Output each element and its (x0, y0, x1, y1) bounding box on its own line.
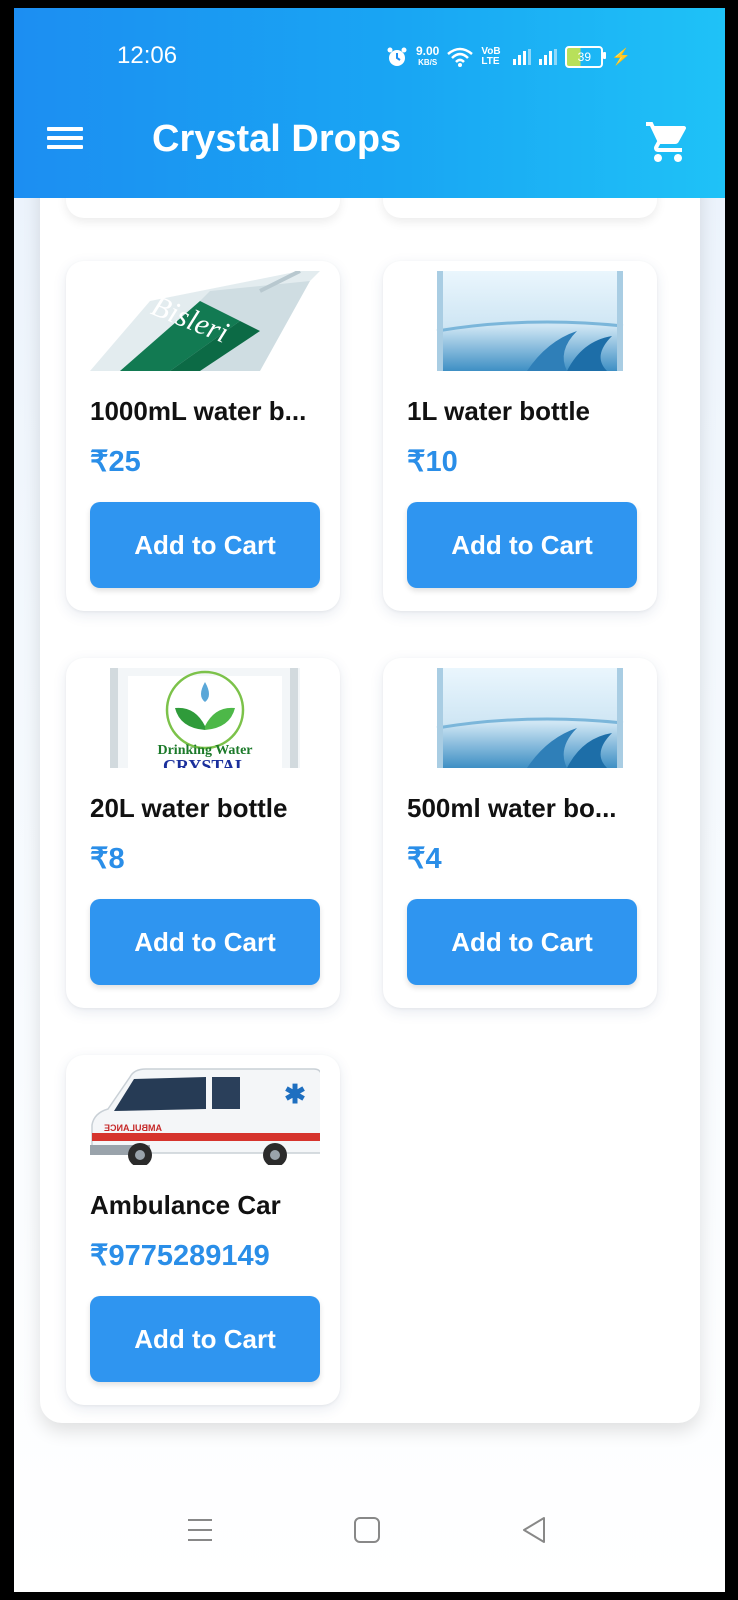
crystal-label: CRYSTAL (163, 756, 247, 768)
ambulance-image: AMBULANCE ✱ (90, 1065, 320, 1165)
network-speed-value: 9.00 (416, 44, 440, 58)
charging-icon: ⚡ (611, 49, 632, 66)
product-name: 500ml water bo... (407, 793, 617, 823)
app-bar: 12:06 9.00 KB/S VoB LTE 39 ⚡ Crystal Dro… (14, 8, 725, 198)
signal-icon-2 (539, 49, 558, 65)
status-time: 12:06 (117, 42, 178, 69)
product-name: 20L water bottle (90, 793, 288, 823)
app-title: Crystal Drops (152, 118, 402, 160)
app-screen: 12:06 9.00 KB/S VoB LTE 39 ⚡ Crystal Dro… (14, 8, 725, 1592)
volte-indicator: VoB LTE (481, 46, 501, 67)
wifi-icon (447, 47, 474, 67)
add-to-cart-button[interactable]: Add to Cart (90, 1296, 320, 1382)
product-name: Ambulance Car (90, 1190, 281, 1220)
product-card[interactable]: Bisleri 1000mL water b... ₹25 Add to Car… (66, 261, 340, 611)
cart-icon[interactable] (644, 118, 692, 166)
alarm-icon (386, 46, 408, 68)
product-price: ₹25 (90, 446, 141, 478)
product-grid-panel: Bisleri 1000mL water b... ₹25 Add to Car… (40, 158, 700, 1423)
product-price: ₹8 (90, 843, 125, 875)
network-speed: 9.00 KB/S (416, 44, 440, 68)
product-card[interactable]: Drinking Water CRYSTAL 20L water bottle … (66, 658, 340, 1008)
recent-apps-icon[interactable] (180, 1510, 220, 1550)
product-price: ₹4 (407, 843, 442, 875)
back-icon[interactable] (514, 1510, 554, 1550)
home-icon[interactable] (347, 1510, 387, 1550)
battery-level: 39 (577, 50, 592, 64)
product-name: 1000mL water b... (90, 396, 307, 426)
signal-icon (513, 49, 532, 65)
product-price: ₹9775289149 (90, 1240, 270, 1272)
product-card[interactable]: AMBULANCE ✱ Ambulance Car ₹9775289149 Ad… (66, 1055, 340, 1405)
battery-icon: 39 (565, 46, 607, 68)
add-to-cart-button[interactable]: Add to Cart (90, 899, 320, 985)
product-name: 1L water bottle (407, 396, 591, 426)
ambulance-label: AMBULANCE (104, 1123, 162, 1133)
status-bar: 12:06 9.00 KB/S VoB LTE 39 ⚡ (14, 8, 725, 100)
add-to-cart-button[interactable]: Add to Cart (407, 899, 637, 985)
product-card[interactable]: 1L water bottle ₹10 Add to Cart (383, 261, 657, 611)
product-card[interactable]: 500ml water bo... ₹4 Add to Cart (383, 658, 657, 1008)
system-nav-bar (14, 1490, 725, 1570)
status-icons: 9.00 KB/S VoB LTE 39 ⚡ (386, 42, 631, 72)
drinking-water-crystal-image: Drinking Water CRYSTAL (90, 668, 320, 768)
water-bottle-image (407, 271, 637, 371)
bisleri-bottle-image: Bisleri (90, 271, 320, 371)
water-bottle-image (407, 668, 637, 768)
svg-text:✱: ✱ (284, 1079, 306, 1109)
add-to-cart-button[interactable]: Add to Cart (407, 502, 637, 588)
network-speed-unit: KB/S (418, 58, 438, 67)
menu-icon[interactable] (47, 122, 87, 156)
add-to-cart-button[interactable]: Add to Cart (90, 502, 320, 588)
product-price: ₹10 (407, 446, 458, 478)
